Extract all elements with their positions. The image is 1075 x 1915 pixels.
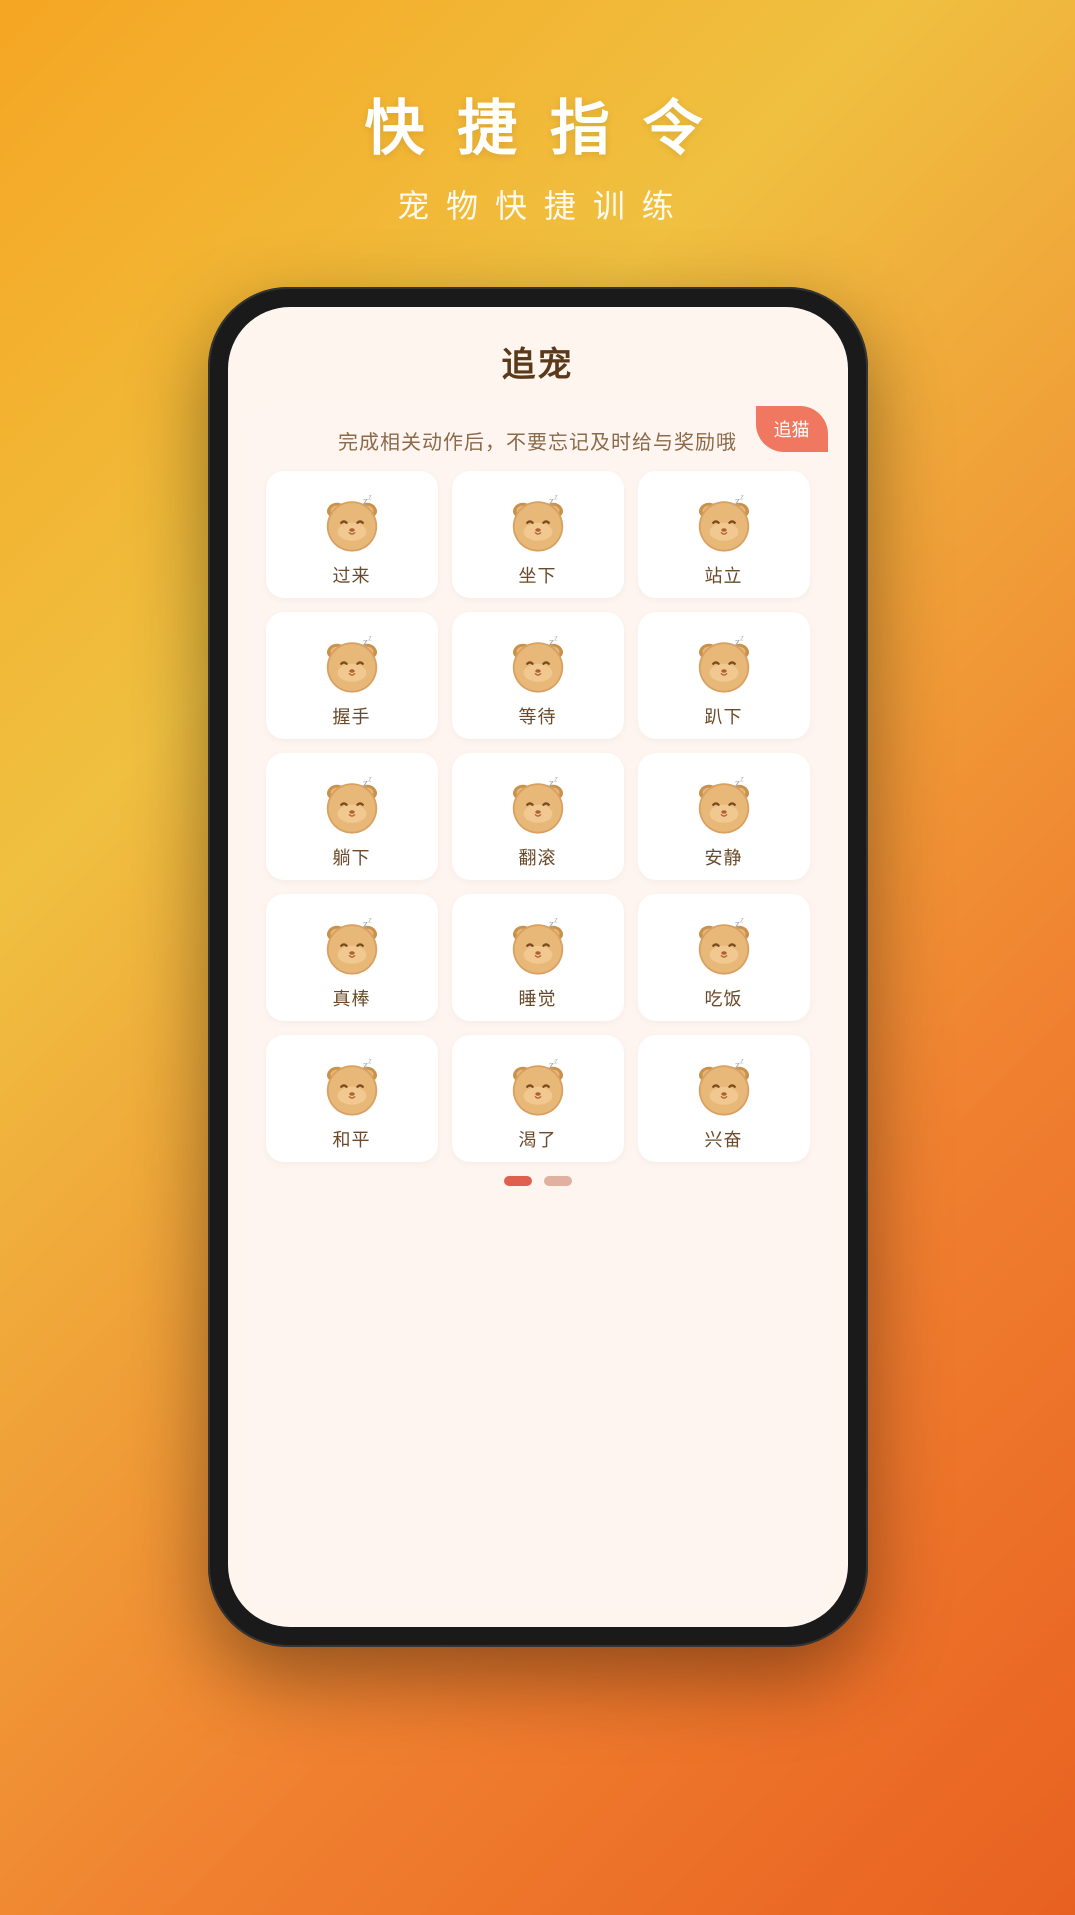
pet-icon: z z — [502, 908, 574, 985]
grid-item[interactable]: z z 翻滚 — [452, 753, 624, 880]
item-label: 等待 — [519, 703, 557, 729]
item-label: 安静 — [705, 844, 743, 870]
dot-1[interactable] — [504, 1176, 532, 1186]
item-label: 真棒 — [333, 985, 371, 1011]
pet-icon: z z — [688, 626, 760, 703]
item-label: 趴下 — [705, 703, 743, 729]
svg-text:z: z — [733, 635, 739, 649]
grid-item[interactable]: z z 躺下 — [266, 753, 438, 880]
item-label: 兴奋 — [705, 1126, 743, 1152]
svg-text:z: z — [733, 494, 739, 508]
svg-text:z: z — [547, 1058, 553, 1072]
svg-text:z: z — [367, 491, 372, 501]
main-card: 追猫 完成相关动作后，不要忘记及时给与奖励哦 z z 过来 — [248, 406, 828, 1607]
pet-icon: z z — [502, 626, 574, 703]
screen-content: 追宠 追猫 完成相关动作后，不要忘记及时给与奖励哦 z z 过来 — [228, 307, 848, 1627]
pet-icon: z z — [316, 485, 388, 562]
page-dots — [266, 1176, 810, 1186]
svg-text:z: z — [553, 773, 558, 783]
pet-icon: z z — [316, 1049, 388, 1126]
pet-icon: z z — [688, 1049, 760, 1126]
svg-text:z: z — [739, 914, 744, 924]
grid-item[interactable]: z z 趴下 — [638, 612, 810, 739]
pet-icon: z z — [688, 485, 760, 562]
item-label: 睡觉 — [519, 985, 557, 1011]
page-subtitle: 宠 物 快 捷 训 练 — [364, 181, 710, 227]
svg-text:z: z — [553, 491, 558, 501]
grid-item[interactable]: z z 站立 — [638, 471, 810, 598]
pet-icon: z z — [502, 767, 574, 844]
item-label: 和平 — [333, 1126, 371, 1152]
grid-item[interactable]: z z 过来 — [266, 471, 438, 598]
dot-2[interactable] — [544, 1176, 572, 1186]
grid-item[interactable]: z z 真棒 — [266, 894, 438, 1021]
pet-icon: z z — [688, 767, 760, 844]
grid-item[interactable]: z z 等待 — [452, 612, 624, 739]
item-label: 站立 — [705, 562, 743, 588]
item-label: 坐下 — [519, 562, 557, 588]
pet-icon: z z — [502, 485, 574, 562]
pet-icon: z z — [316, 767, 388, 844]
grid-item[interactable]: z z 兴奋 — [638, 1035, 810, 1162]
page-title: 快 捷 指 令 — [364, 80, 710, 167]
svg-text:z: z — [733, 776, 739, 790]
grid-item[interactable]: z z 睡觉 — [452, 894, 624, 1021]
svg-text:z: z — [361, 635, 367, 649]
svg-text:z: z — [361, 494, 367, 508]
svg-text:z: z — [733, 1058, 739, 1072]
svg-text:z: z — [739, 773, 744, 783]
pet-icon: z z — [502, 1049, 574, 1126]
pet-icon: z z — [316, 908, 388, 985]
svg-text:z: z — [739, 1055, 744, 1065]
card-notice: 完成相关动作后，不要忘记及时给与奖励哦 — [266, 426, 810, 455]
phone-screen: 追宠 追猫 完成相关动作后，不要忘记及时给与奖励哦 z z 过来 — [228, 307, 848, 1627]
svg-text:z: z — [367, 632, 372, 642]
page-header: 快 捷 指 令 宠 物 快 捷 训 练 — [364, 80, 710, 227]
grid-item[interactable]: z z 坐下 — [452, 471, 624, 598]
item-label: 翻滚 — [519, 844, 557, 870]
svg-text:z: z — [553, 1055, 558, 1065]
grid-item[interactable]: z z 渴了 — [452, 1035, 624, 1162]
item-label: 吃饭 — [705, 985, 743, 1011]
item-label: 躺下 — [333, 844, 371, 870]
svg-text:z: z — [361, 917, 367, 931]
grid-item[interactable]: z z 和平 — [266, 1035, 438, 1162]
pet-icon: z z — [316, 626, 388, 703]
svg-text:z: z — [553, 914, 558, 924]
tag-badge: 追猫 — [756, 406, 828, 452]
svg-text:z: z — [367, 1055, 372, 1065]
svg-text:z: z — [547, 635, 553, 649]
item-label: 握手 — [333, 703, 371, 729]
svg-text:z: z — [739, 491, 744, 501]
svg-text:z: z — [547, 494, 553, 508]
items-grid: z z 过来 z z 坐下 — [266, 471, 810, 1162]
svg-text:z: z — [361, 776, 367, 790]
item-label: 渴了 — [519, 1126, 557, 1152]
svg-text:z: z — [361, 1058, 367, 1072]
svg-text:z: z — [367, 914, 372, 924]
grid-item[interactable]: z z 握手 — [266, 612, 438, 739]
svg-text:z: z — [553, 632, 558, 642]
phone-mockup: 追宠 追猫 完成相关动作后，不要忘记及时给与奖励哦 z z 过来 — [208, 287, 868, 1647]
svg-text:z: z — [733, 917, 739, 931]
item-label: 过来 — [333, 562, 371, 588]
svg-text:z: z — [547, 917, 553, 931]
pet-icon: z z — [688, 908, 760, 985]
grid-item[interactable]: z z 吃饭 — [638, 894, 810, 1021]
svg-text:z: z — [367, 773, 372, 783]
screen-title: 追宠 — [502, 337, 574, 386]
grid-item[interactable]: z z 安静 — [638, 753, 810, 880]
svg-text:z: z — [547, 776, 553, 790]
svg-text:z: z — [739, 632, 744, 642]
